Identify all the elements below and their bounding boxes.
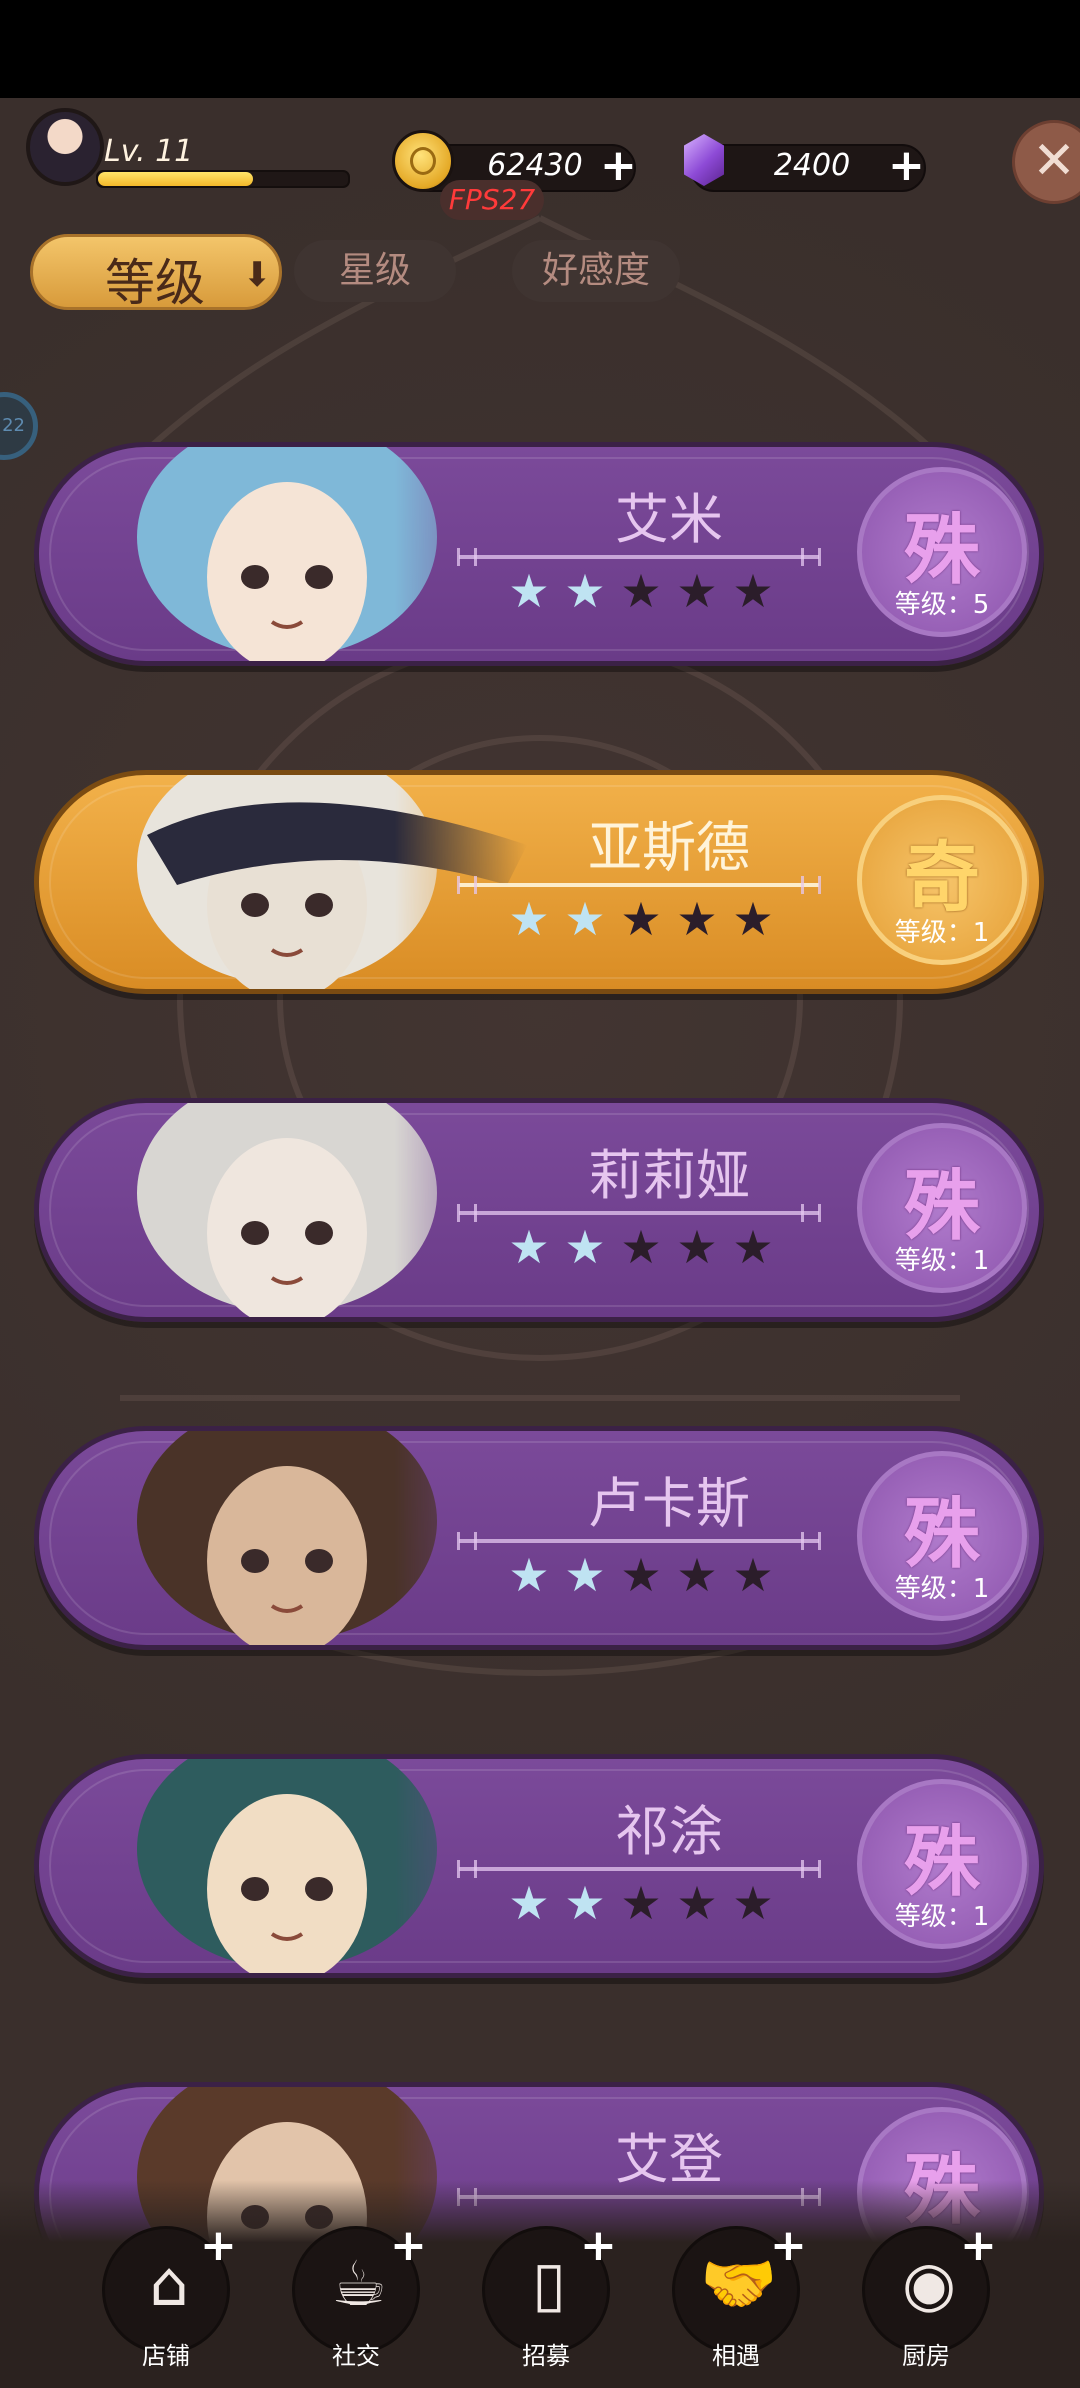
name-divider xyxy=(457,1204,821,1222)
character-card[interactable]: 莉莉娅 ★ ★ ★ ★ ★ 殊等级：1 xyxy=(34,1098,1044,1322)
character-card[interactable]: 艾米 ★ ★ ★ ★ ★ 殊等级：5 xyxy=(34,442,1044,666)
plus-icon: + xyxy=(200,2220,237,2271)
plus-icon: + xyxy=(390,2220,427,2271)
plus-icon: + xyxy=(960,2220,997,2271)
nav-shop[interactable]: ⌂ + 店铺 xyxy=(96,2220,237,2386)
sort-down-arrow-icon: ⬇ xyxy=(243,255,272,295)
star-icon: ★ xyxy=(732,564,774,618)
star-rating: ★ ★ ★ ★ ★ xyxy=(505,1551,825,1601)
character-name: 艾米 xyxy=(615,488,723,551)
star-icon: ★ xyxy=(508,1220,550,1274)
star-icon: ★ xyxy=(676,892,718,946)
sort-tab-level[interactable]: 等级 ⬇ xyxy=(30,234,282,312)
gem-value: 2400 xyxy=(773,148,851,183)
rank-badge: 奇等级：1 xyxy=(857,795,1027,965)
status-bar xyxy=(0,0,1080,98)
star-icon: ★ xyxy=(620,892,662,946)
nav-label: 社交 xyxy=(332,2342,380,2370)
character-name: 亚斯德 xyxy=(588,816,750,879)
star-icon: ★ xyxy=(676,1876,718,1930)
star-icon: ★ xyxy=(508,564,550,618)
rank-badge: 殊等级：1 xyxy=(857,1779,1027,1949)
player-avatar[interactable] xyxy=(26,108,104,186)
nav-door[interactable]: ▯ + 招募 xyxy=(476,2220,617,2386)
name-divider xyxy=(457,1860,821,1878)
star-icon: ★ xyxy=(620,564,662,618)
character-card[interactable]: 卢卡斯 ★ ★ ★ ★ ★ 殊等级：1 xyxy=(34,1426,1044,1650)
character-level: 等级：5 xyxy=(894,590,990,620)
star-icon: ★ xyxy=(732,892,774,946)
character-card[interactable]: 祁涂 ★ ★ ★ ★ ★ 殊等级：1 xyxy=(34,1754,1044,1978)
character-level: 等级：1 xyxy=(894,1574,990,1604)
rank-label: 殊 xyxy=(904,1161,980,1250)
nav-handshake[interactable]: 🤝 + 相遇 xyxy=(666,2220,807,2386)
rank-badge: 殊等级：5 xyxy=(857,467,1027,637)
star-icon: ★ xyxy=(620,1548,662,1602)
star-rating: ★ ★ ★ ★ ★ xyxy=(505,1223,825,1273)
rank-badge: 殊等级：1 xyxy=(857,1123,1027,1293)
character-card[interactable]: 亚斯德 ★ ★ ★ ★ ★ 奇等级：1 xyxy=(34,770,1044,994)
sort-tab-level-label: 等级 xyxy=(105,254,205,312)
nav-frying-pan[interactable]: ◉ + 厨房 xyxy=(856,2220,997,2386)
character-level: 等级：1 xyxy=(894,918,990,948)
star-icon: ★ xyxy=(564,1548,606,1602)
xp-bar-fill xyxy=(98,172,253,186)
star-icon: ★ xyxy=(620,1220,662,1274)
character-name: 卢卡斯 xyxy=(588,1472,750,1535)
rank-label: 奇 xyxy=(904,833,980,922)
character-name: 祁涂 xyxy=(615,1800,723,1863)
star-icon: ★ xyxy=(732,1220,774,1274)
nav-label: 厨房 xyxy=(902,2342,950,2370)
nav-label: 店铺 xyxy=(142,2342,190,2370)
name-divider xyxy=(457,548,821,566)
fps-counter: FPS27 xyxy=(440,180,544,220)
add-gems-button[interactable]: + xyxy=(888,144,925,188)
coin-icon xyxy=(392,130,454,192)
star-rating: ★ ★ ★ ★ ★ xyxy=(505,895,825,945)
star-icon: ★ xyxy=(732,1548,774,1602)
star-icon: ★ xyxy=(508,1548,550,1602)
star-icon: ★ xyxy=(564,1876,606,1930)
sort-tab-star[interactable]: 星级 xyxy=(294,240,456,302)
nav-label: 招募 xyxy=(522,2342,570,2370)
character-level: 等级：1 xyxy=(894,1902,990,1932)
add-coins-button[interactable]: + xyxy=(600,144,637,188)
coin-value: 62430 xyxy=(487,148,583,183)
star-icon: ★ xyxy=(732,1876,774,1930)
xp-bar xyxy=(96,170,350,188)
rank-label: 殊 xyxy=(904,505,980,594)
name-divider xyxy=(457,1532,821,1550)
star-icon: ★ xyxy=(676,1548,718,1602)
character-name: 莉莉娅 xyxy=(588,1144,750,1207)
star-icon: ★ xyxy=(564,892,606,946)
rank-label: 殊 xyxy=(904,1817,980,1906)
player-level: Lv. 11 xyxy=(104,134,194,169)
nav-label: 相遇 xyxy=(712,2342,760,2370)
star-icon: ★ xyxy=(508,1876,550,1930)
star-icon: ★ xyxy=(676,1220,718,1274)
star-icon: ★ xyxy=(564,564,606,618)
sort-tab-affection[interactable]: 好感度 xyxy=(512,240,680,302)
plus-icon: + xyxy=(580,2220,617,2271)
star-icon: ★ xyxy=(508,892,550,946)
nav-coffee-cup[interactable]: ☕ + 社交 xyxy=(286,2220,427,2386)
rank-badge: 殊等级：1 xyxy=(857,1451,1027,1621)
rank-label: 殊 xyxy=(904,1489,980,1578)
star-rating: ★ ★ ★ ★ ★ xyxy=(505,1879,825,1929)
star-icon: ★ xyxy=(676,564,718,618)
character-level: 等级：1 xyxy=(894,1246,990,1276)
plus-icon: + xyxy=(770,2220,807,2271)
star-rating: ★ ★ ★ ★ ★ xyxy=(505,567,825,617)
star-icon: ★ xyxy=(564,1220,606,1274)
star-icon: ★ xyxy=(620,1876,662,1930)
name-divider xyxy=(457,876,821,894)
